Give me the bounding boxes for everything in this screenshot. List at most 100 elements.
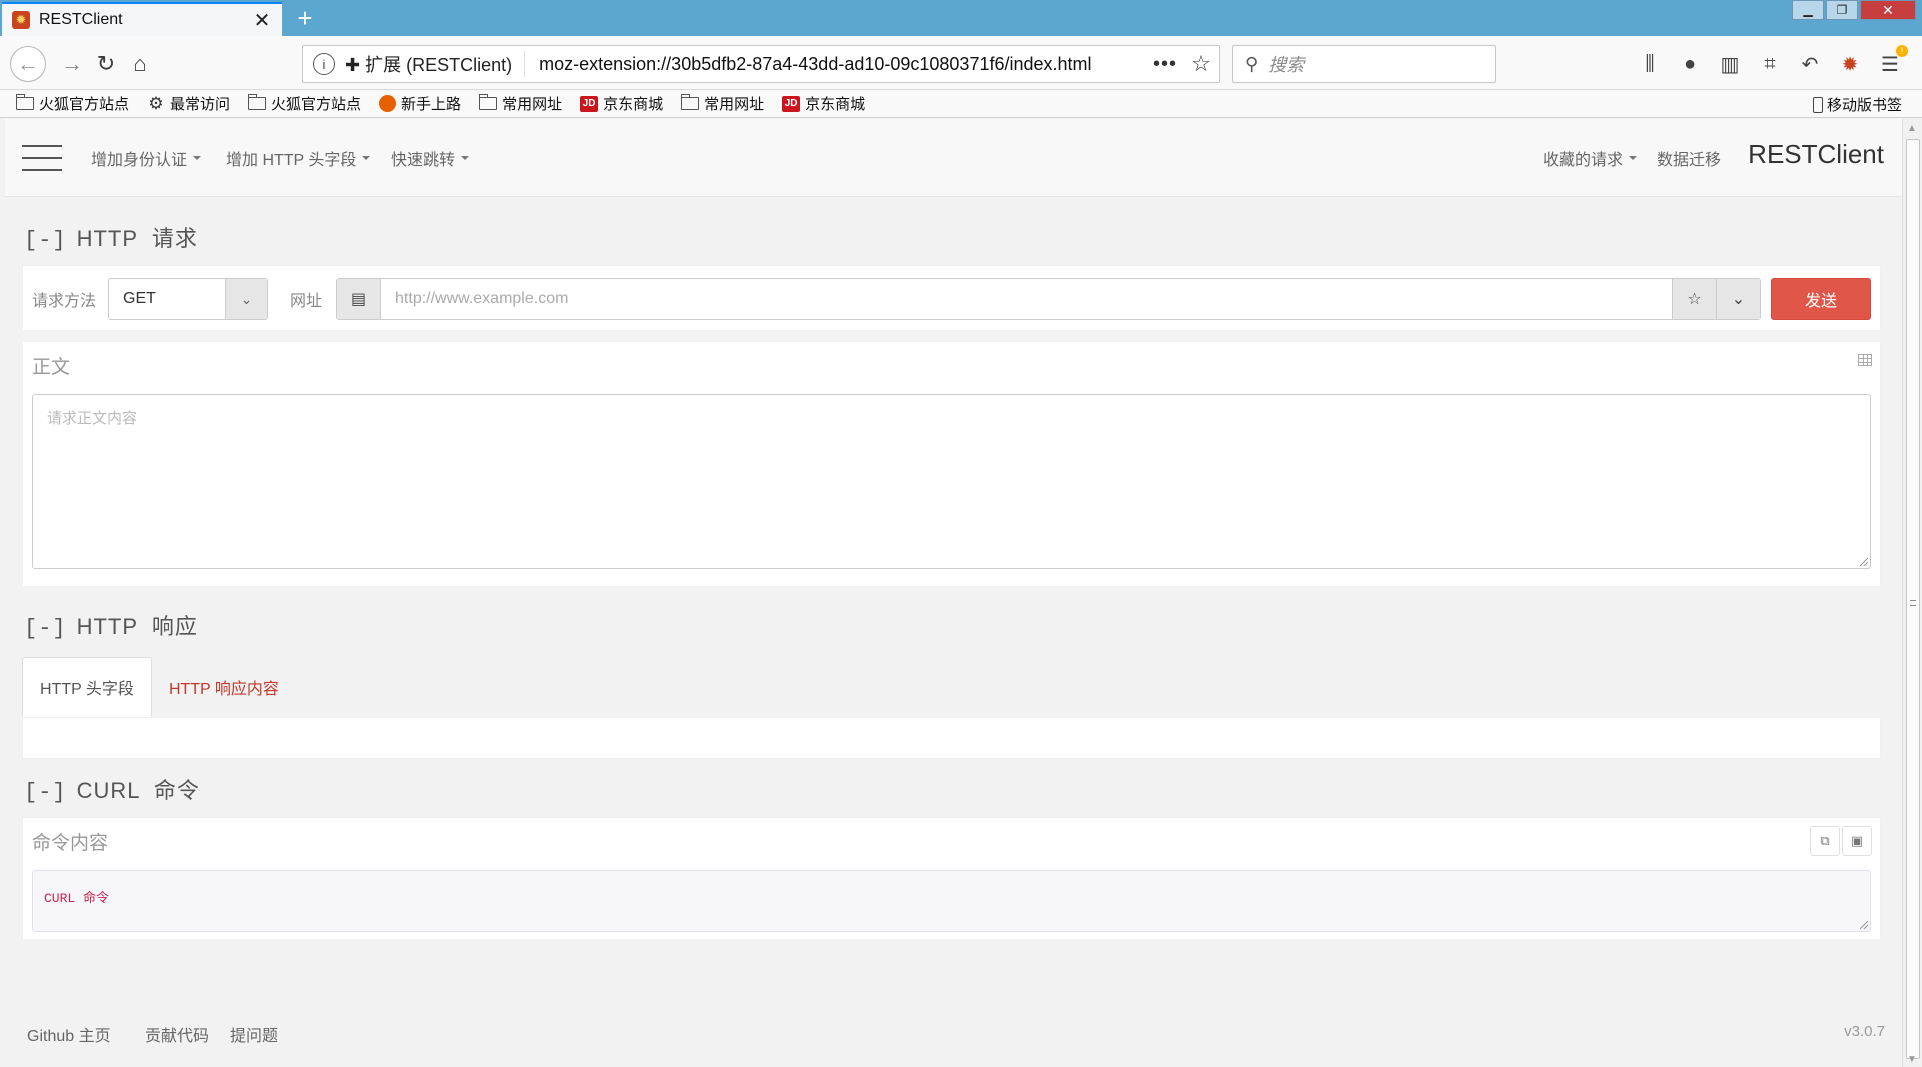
chevron-down-icon[interactable]: ⌄ [225,279,268,319]
nav-jump-dropdown[interactable]: 快速跳转 [391,146,470,170]
screenshot-icon[interactable]: ⌗ [1750,45,1790,83]
method-value: GET [123,290,156,307]
nav-headers-dropdown[interactable]: 增加 HTTP 头字段 [226,146,371,170]
contribute-link[interactable]: 贡献代码 [145,1022,209,1046]
mobile-bookmarks[interactable]: 移动版书签 [1812,94,1902,115]
chat-icon[interactable]: ● [1670,45,1710,83]
scroll-thumb[interactable] [1906,139,1920,1059]
bookmark-label: 最常访问 [170,96,231,113]
bookmark-label: 京东商城 [603,96,664,113]
nav-migrate-link[interactable]: 数据迁移 [1657,146,1721,170]
folder-icon [681,94,700,110]
page-actions-icon[interactable]: ••• [1147,53,1183,76]
method-select[interactable]: GET ⌄ [108,278,269,320]
body-textarea[interactable]: 请求正文内容 [32,394,1871,569]
app-header: 增加身份认证 增加 HTTP 头字段 快速跳转 收藏的请求 数据迁移 RESTC… [5,119,1902,197]
bookmark-item[interactable]: JD 京东商城 [580,93,663,114]
library-icon[interactable]: ⫼ [1630,45,1670,83]
search-bar[interactable]: ⚲ 搜索 [1232,45,1496,83]
window-close-icon[interactable]: ✕ [1860,0,1916,20]
forward-button-icon[interactable]: → [56,48,88,80]
restclient-toolbar-icon[interactable]: ✹ [1830,45,1870,83]
tab-http-response-content[interactable]: HTTP 响应内容 [152,657,296,717]
table-icon[interactable] [1858,354,1872,366]
response-section-title: HTTP 响应 [76,614,198,639]
nav-auth-dropdown[interactable]: 增加身份认证 [91,146,202,170]
sidebar-icon[interactable]: ▥ [1710,45,1750,83]
url-text[interactable]: moz-extension://30b5dfb2-87a4-43dd-ad10-… [539,54,1147,75]
info-icon[interactable]: i [313,53,335,75]
extension-identity[interactable]: ✚ 扩展 (RESTClient) [345,51,526,77]
response-panel [22,717,1881,759]
scroll-down-icon[interactable]: ▼ [1907,1054,1917,1065]
bookmark-item[interactable]: 新手上路 [379,93,461,114]
bookmark-item[interactable]: JD 京东商城 [782,93,865,114]
favorite-star-icon[interactable]: ☆ [1672,279,1716,319]
request-toggle[interactable]: [-] [24,228,67,253]
browser-tab[interactable]: ✹ RESTClient ✕ [2,2,282,36]
response-section-header: [-] HTTP 响应 [24,609,198,641]
bookmark-item[interactable]: 火狐官方站点 [248,93,361,114]
bookmark-item[interactable]: 常用网址 [681,93,764,114]
mobile-phone-icon [1812,96,1823,113]
body-title: 正文 [32,357,71,378]
brand-title: RESTClient [1748,139,1884,169]
new-tab-button[interactable]: + [290,2,320,34]
tab-close-icon[interactable]: ✕ [252,8,272,33]
folder-icon [16,94,34,110]
browser-toolbar-right: ⫼ ● ▥ ⌗ ↶ ✹ ☰ [1630,45,1910,83]
firefox-icon [379,95,397,112]
browser-navbar: ← → ↻ ⌂ i ✚ 扩展 (RESTClient) moz-extensio… [0,36,1922,90]
hamburger-menu-icon[interactable] [22,145,62,171]
request-section-title: HTTP 请求 [76,226,198,251]
reload-icon[interactable]: ↻ [90,48,122,80]
url-input[interactable] [381,279,1672,319]
bookmarks-bar: 火狐官方站点 ⚙ 最常访问 火狐官方站点 新手上路 常用网址 JD 京东商城 常用网址 JD 京东商… [0,90,1922,118]
minimize-icon[interactable]: ▁ [1792,0,1824,20]
bookmark-star-icon[interactable]: ☆ [1183,51,1219,77]
jd-icon: JD [782,95,801,112]
curl-section-title: CURL 命令 [76,778,200,803]
bookmark-item[interactable]: ⚙ 最常访问 [147,93,230,114]
nav-jump-label: 快速跳转 [391,152,456,169]
request-panel: 请求方法 GET ⌄ 网址 ▤ ☆ ⌄ 发送 [22,265,1881,331]
nav-favorites-label: 收藏的请求 [1543,152,1624,169]
send-button[interactable]: 发送 [1771,278,1871,320]
bookmark-label: 常用网址 [502,96,563,113]
bookmark-label: 京东商城 [805,96,866,113]
bookmark-item[interactable]: 常用网址 [479,93,562,114]
paste-icon[interactable]: ▣ [1842,826,1872,856]
bookmark-label: 火狐官方站点 [39,96,130,113]
search-placeholder: 搜索 [1268,55,1305,75]
page-scrollbar[interactable]: ▲ ▼ [1902,119,1922,1067]
scroll-grip-icon [1910,600,1916,606]
extension-label: 扩展 (RESTClient) [365,55,513,75]
home-icon[interactable]: ⌂ [124,48,156,80]
issues-link[interactable]: 提问题 [230,1022,278,1046]
url-history-chevron-icon[interactable]: ⌄ [1716,279,1760,319]
resize-handle-icon[interactable] [1860,558,1868,566]
version-label: v3.0.7 [1844,1023,1885,1040]
curl-command-box[interactable]: CURL 命令 [32,870,1871,932]
bookmark-item[interactable]: 火狐官方站点 [16,93,129,114]
copy-icon[interactable]: ⧉ [1810,826,1840,856]
address-bar[interactable]: i ✚ 扩展 (RESTClient) moz-extension://30b5… [302,45,1220,83]
puzzle-icon: ✚ [345,55,361,75]
gear-icon: ⚙ [148,93,164,113]
request-section-header: [-] HTTP 请求 [24,221,198,253]
undo-icon[interactable]: ↶ [1790,45,1830,83]
response-tabs: HTTP 头字段 HTTP 响应内容 [22,657,296,717]
response-toggle[interactable]: [-] [24,616,67,641]
menu-icon[interactable]: ☰ [1870,45,1910,83]
page-viewport: 增加身份认证 增加 HTTP 头字段 快速跳转 收藏的请求 数据迁移 RESTC… [5,119,1902,1067]
folder-icon [479,94,498,110]
maximize-icon[interactable]: ❐ [1826,0,1858,20]
scroll-up-icon[interactable]: ▲ [1907,123,1917,134]
nav-favorites-dropdown[interactable]: 收藏的请求 [1543,146,1638,170]
back-button-icon[interactable]: ← [10,46,46,82]
tab-http-headers[interactable]: HTTP 头字段 [22,657,152,717]
curl-toggle[interactable]: [-] [24,780,67,805]
resize-handle-icon[interactable] [1860,921,1868,929]
github-link[interactable]: Github 主页 [27,1022,111,1046]
restclient-favicon-icon: ✹ [12,11,30,29]
